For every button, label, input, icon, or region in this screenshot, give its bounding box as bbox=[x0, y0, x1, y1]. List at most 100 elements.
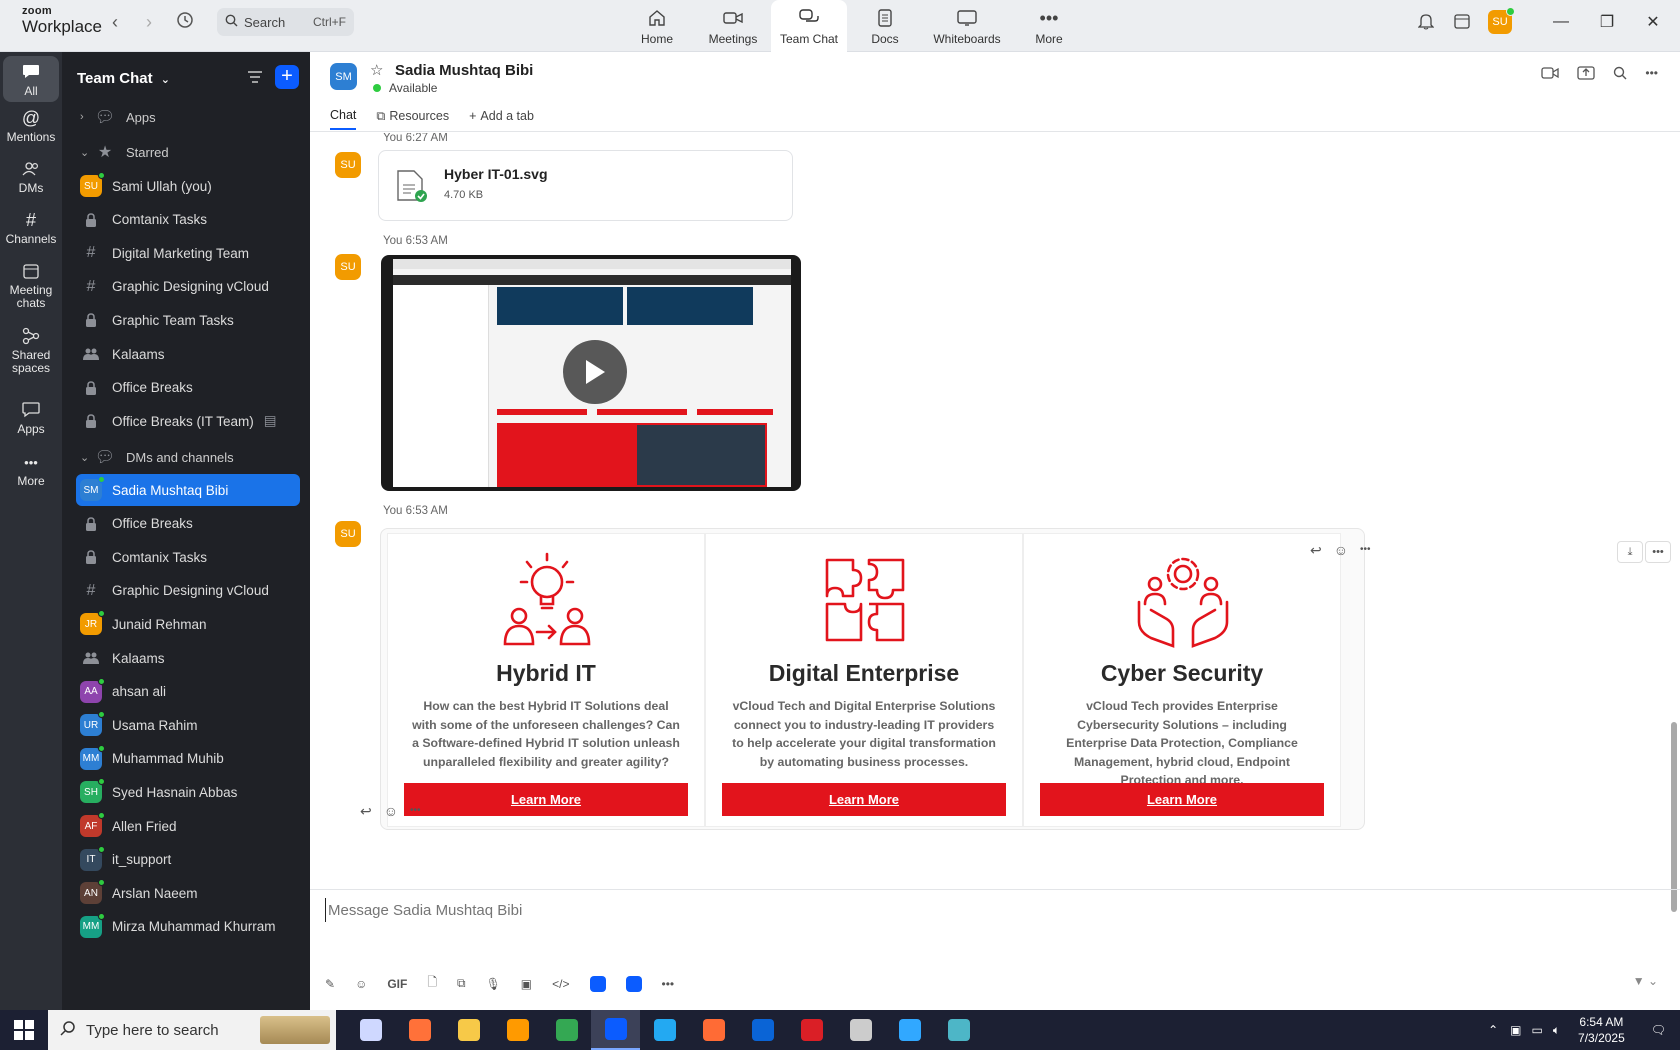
nav-tab-meetings[interactable]: Meetings bbox=[695, 0, 771, 52]
filter-icon[interactable] bbox=[247, 70, 263, 87]
history-icon[interactable] bbox=[176, 11, 194, 34]
tray-app-icon[interactable]: ▣ bbox=[1510, 1023, 1521, 1037]
taskbar-search[interactable]: Type here to search bbox=[48, 1010, 336, 1050]
video-attachment[interactable] bbox=[381, 255, 801, 491]
sidebar-item[interactable]: IT it_support bbox=[76, 844, 300, 876]
image-more-icon[interactable]: ••• bbox=[1645, 541, 1671, 563]
message-input[interactable] bbox=[325, 898, 1625, 922]
taskbar-app-illustrator[interactable] bbox=[493, 1010, 542, 1050]
rail-apps[interactable]: Apps bbox=[3, 400, 59, 436]
video-call-icon[interactable] bbox=[1541, 66, 1560, 83]
sidebar-item[interactable]: Office Breaks (IT Team) ▤ bbox=[76, 405, 300, 437]
rail-all[interactable]: All bbox=[3, 56, 59, 102]
minimize-icon[interactable]: — bbox=[1538, 13, 1584, 31]
rail-mentions[interactable]: @ Mentions bbox=[3, 108, 59, 144]
sidebar-item[interactable]: AN Arslan Naeem bbox=[76, 877, 300, 909]
sidebar-item[interactable]: Graphic Team Tasks bbox=[76, 304, 300, 336]
sidebar-item[interactable]: # Graphic Designing vCloud bbox=[76, 271, 300, 303]
sidebar-item[interactable]: AA ahsan ali bbox=[76, 676, 300, 708]
message-more-icon[interactable]: ••• bbox=[1360, 542, 1371, 559]
message-scrollbar[interactable] bbox=[1670, 132, 1678, 912]
new-chat-button[interactable]: + bbox=[275, 65, 299, 89]
rail-more[interactable]: ••• More bbox=[3, 452, 59, 488]
search-input[interactable]: Search Ctrl+F bbox=[217, 8, 354, 36]
back-arrow-icon[interactable]: ‹ bbox=[112, 12, 118, 33]
learn-more-button[interactable]: Learn More bbox=[1040, 783, 1324, 816]
notifications-icon[interactable]: 🗨︎ bbox=[1651, 1023, 1666, 1037]
format-icon[interactable]: ✎ bbox=[325, 977, 335, 991]
sidebar-item[interactable]: # Digital Marketing Team bbox=[76, 237, 300, 269]
close-icon[interactable]: ✕ bbox=[1630, 12, 1676, 32]
sidebar-item[interactable]: Comtanix Tasks bbox=[76, 541, 300, 573]
sidebar-item[interactable]: Comtanix Tasks bbox=[76, 204, 300, 236]
file-attachment[interactable]: Hyber IT-01.svg 4.70 KB bbox=[378, 150, 793, 221]
restore-icon[interactable]: ❐ bbox=[1584, 12, 1630, 32]
tab-chat[interactable]: Chat bbox=[330, 108, 357, 130]
user-avatar[interactable]: SU bbox=[1488, 7, 1515, 34]
share-screen-icon[interactable] bbox=[1577, 66, 1596, 83]
reply-icon[interactable]: ↩︎ bbox=[360, 803, 372, 820]
add-reaction-icon[interactable]: ☺︎ bbox=[1334, 542, 1348, 559]
screenshot-icon[interactable]: ⧉ bbox=[457, 976, 466, 991]
forward-arrow-icon[interactable]: › bbox=[146, 12, 152, 33]
windows-start-icon[interactable] bbox=[14, 1020, 34, 1043]
sidebar-item[interactable]: MM Muhammad Muhib bbox=[76, 743, 300, 775]
taskbar-app-vscode[interactable] bbox=[640, 1010, 689, 1050]
nav-tab-whiteboards[interactable]: Whiteboards bbox=[923, 0, 1011, 52]
taskbar-app-outlook[interactable] bbox=[738, 1010, 787, 1050]
taskbar-app-photoshop[interactable] bbox=[885, 1010, 934, 1050]
taskbar-app-app-teal[interactable] bbox=[934, 1010, 983, 1050]
taskbar-app-app-orange[interactable] bbox=[689, 1010, 738, 1050]
sender-avatar[interactable]: SU bbox=[335, 254, 361, 280]
taskbar-app-chrome[interactable] bbox=[542, 1010, 591, 1050]
nav-tab-docs[interactable]: Docs bbox=[847, 0, 923, 52]
send-options-icon[interactable]: ▼ ⌄ bbox=[1633, 974, 1658, 988]
sender-avatar[interactable]: SU bbox=[335, 152, 361, 178]
calendar-icon[interactable] bbox=[1454, 13, 1470, 32]
section-starred[interactable]: ⌄ ★ Starred bbox=[76, 136, 300, 168]
composer-more-icon[interactable]: ••• bbox=[662, 977, 675, 991]
rail-shared-spaces[interactable]: Shared spaces bbox=[3, 326, 59, 375]
sidebar-item[interactable]: SM Sadia Mushtaq Bibi bbox=[76, 474, 300, 506]
taskbar-app-pen-tool[interactable] bbox=[836, 1010, 885, 1050]
taskbar-app-file-explorer[interactable] bbox=[444, 1010, 493, 1050]
nav-tab-team-chat[interactable]: Team Chat bbox=[771, 0, 847, 52]
tab-add[interactable]: + Add a tab bbox=[469, 108, 534, 130]
search-icon[interactable] bbox=[1613, 66, 1627, 83]
rail-meeting-chats[interactable]: Meeting chats bbox=[3, 261, 59, 310]
star-outline-icon[interactable]: ☆ bbox=[370, 61, 383, 79]
nav-tab-home[interactable]: Home bbox=[619, 0, 695, 52]
sidebar-item[interactable]: SU Sami Ullah (you) bbox=[76, 170, 300, 202]
app-shortcut-icon[interactable] bbox=[625, 975, 642, 992]
taskbar-app-firefox[interactable] bbox=[395, 1010, 444, 1050]
network-icon[interactable]: ▭ bbox=[1532, 1023, 1543, 1037]
taskbar-app-zoom[interactable] bbox=[591, 1010, 640, 1050]
emoji-icon[interactable]: ☺︎ bbox=[355, 977, 367, 991]
sidebar-title[interactable]: Team Chat ⌄ bbox=[77, 70, 170, 87]
sender-avatar[interactable]: SU bbox=[335, 521, 361, 547]
learn-more-button[interactable]: Learn More bbox=[404, 783, 688, 816]
attach-file-icon[interactable]: 🗋︎ bbox=[427, 973, 437, 994]
contact-name[interactable]: Sadia Mushtaq Bibi bbox=[395, 62, 533, 79]
app-shortcut-icon[interactable] bbox=[589, 975, 606, 992]
sidebar-item[interactable]: Office Breaks bbox=[76, 372, 300, 404]
more-options-icon[interactable]: ••• bbox=[1645, 66, 1658, 83]
clock[interactable]: 6:54 AM 7/3/2025 bbox=[1578, 1014, 1625, 1046]
sidebar-item[interactable]: AF Allen Fried bbox=[76, 810, 300, 842]
rail-channels[interactable]: # Channels bbox=[3, 210, 59, 246]
play-button[interactable] bbox=[563, 340, 627, 404]
code-icon[interactable]: </> bbox=[552, 977, 569, 991]
section-apps[interactable]: › 💬︎ Apps bbox=[76, 101, 300, 133]
message-more-icon[interactable]: ••• bbox=[410, 803, 421, 820]
rail-dms[interactable]: DMs bbox=[3, 159, 59, 195]
sidebar-item[interactable]: Kalaams bbox=[76, 642, 300, 674]
sidebar-item[interactable]: JR Junaid Rehman bbox=[76, 608, 300, 640]
download-icon[interactable]: ⤓ bbox=[1617, 541, 1643, 563]
volume-icon[interactable]: 🔈︎ bbox=[1553, 1023, 1560, 1038]
bell-icon[interactable] bbox=[1417, 12, 1435, 33]
scrollbar-thumb[interactable] bbox=[1671, 722, 1677, 912]
nav-tab-more[interactable]: ••• More bbox=[1011, 0, 1087, 52]
sidebar-item[interactable]: Office Breaks bbox=[76, 508, 300, 540]
sidebar-item[interactable]: UR Usama Rahim bbox=[76, 709, 300, 741]
reply-icon[interactable]: ↩︎ bbox=[1310, 542, 1322, 559]
